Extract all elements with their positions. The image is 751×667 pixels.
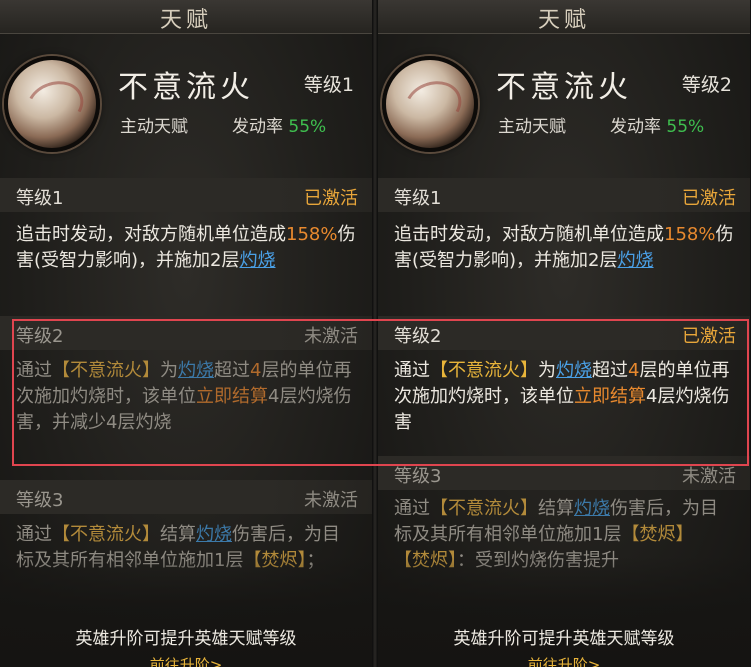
burn-link[interactable]: 灼烧 (178, 360, 214, 381)
skill-tag: 【不意流火】 (52, 524, 160, 545)
header-bar: 天赋 (0, 0, 372, 34)
level-1-description: 追击时发动，对敌方随机单位造成158%伤害(受智力影响)，并施加2层灼烧 (16, 224, 356, 271)
page-title: 天赋 (159, 8, 212, 33)
skill-medallion-icon (382, 56, 478, 152)
rate-label: 发动率 (232, 117, 283, 137)
level-label: 等级2 (16, 326, 64, 347)
skill-medallion-icon (4, 56, 100, 152)
level-label: 等级2 (394, 326, 442, 347)
bottom-fade (378, 557, 750, 667)
skill-name: 不意流火 (118, 70, 254, 105)
level-row-3: 等级3 未激活 (0, 480, 372, 514)
skill-tag: 【不意流火】 (430, 360, 538, 381)
level-label: 等级3 (394, 466, 442, 487)
skill-type: 主动天赋 (498, 117, 566, 137)
level-label: 等级3 (16, 490, 64, 511)
burn-link[interactable]: 灼烧 (618, 250, 654, 271)
level-row-2: 等级2 已激活 (378, 316, 750, 350)
header-bar: 天赋 (378, 0, 750, 34)
rate-value: 55% (666, 117, 705, 137)
level-row-1: 等级1 已激活 (0, 178, 372, 212)
rate-value: 55% (288, 117, 327, 137)
skill-rate: 发动率 55% (232, 112, 326, 137)
burn-link[interactable]: 灼烧 (196, 524, 232, 545)
skill-tag: 【不意流火】 (52, 360, 160, 381)
skill-rate: 发动率 55% (610, 112, 704, 137)
page-title: 天赋 (537, 8, 590, 33)
rate-label: 发动率 (610, 117, 661, 137)
level-row-3: 等级3 未激活 (378, 456, 750, 490)
ember-tag: 【焚烬】 (621, 524, 694, 545)
status-badge: 未激活 (304, 490, 358, 511)
upgrade-hint: 英雄升阶可提升英雄天赋等级 (453, 629, 675, 649)
level-1-description: 追击时发动，对敌方随机单位造成158%伤害(受智力影响)，并施加2层灼烧 (394, 224, 734, 271)
level-label: 等级1 (394, 188, 442, 209)
level-row-1: 等级1 已激活 (378, 178, 750, 212)
level-2-description: 通过【不意流火】为灼烧超过4层的单位再次施加灼烧时，该单位立即结算4层灼烧伤害，… (16, 360, 352, 433)
level-2-description: 通过【不意流火】为灼烧超过4层的单位再次施加灼烧时，该单位立即结算4层灼烧伤害 (394, 360, 730, 433)
talent-panel-right: 天赋 不意流火 等级2 主动天赋 发动率 55% 等级1 已激活 追击时发动，对… (378, 0, 750, 667)
status-badge: 已激活 (304, 188, 358, 209)
status-badge: 未激活 (682, 466, 736, 487)
bottom-fade (0, 557, 372, 667)
burn-link[interactable]: 灼烧 (574, 498, 610, 519)
goto-upgrade-link[interactable]: 前往升阶> (378, 654, 750, 667)
burn-link[interactable]: 灼烧 (240, 250, 276, 271)
skill-type: 主动天赋 (120, 117, 188, 137)
status-badge: 未激活 (304, 326, 358, 347)
talent-panel-left: 天赋 不意流火 等级1 主动天赋 发动率 55% 等级1 已激活 追击时发动，对… (0, 0, 372, 667)
status-badge: 已激活 (682, 326, 736, 347)
upgrade-hint: 英雄升阶可提升英雄天赋等级 (75, 629, 297, 649)
skill-tag: 【不意流火】 (430, 498, 538, 519)
level-row-2: 等级2 未激活 (0, 316, 372, 350)
level-label: 等级1 (16, 188, 64, 209)
skill-level: 等级1 (303, 74, 354, 96)
goto-upgrade-link[interactable]: 前往升阶> (0, 654, 372, 667)
skill-name: 不意流火 (496, 70, 632, 105)
burn-link[interactable]: 灼烧 (556, 360, 592, 381)
skill-level: 等级2 (681, 74, 732, 96)
status-badge: 已激活 (682, 188, 736, 209)
